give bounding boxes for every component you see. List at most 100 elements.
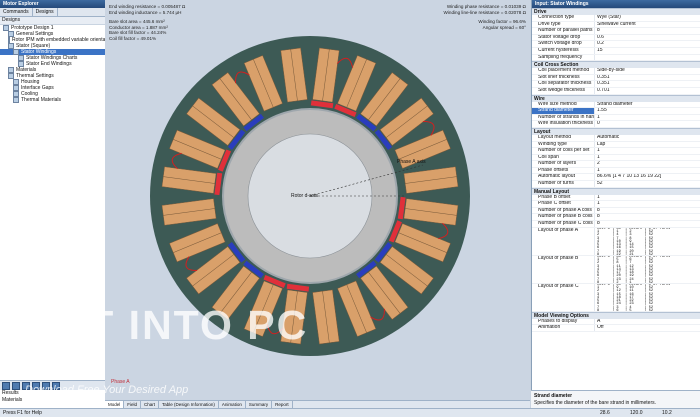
property-value[interactable]: A (594, 318, 700, 325)
property-row[interactable]: Current hysteresis 15 (532, 47, 700, 55)
property-group-header[interactable]: Coil Cross Section (532, 61, 700, 69)
tab-designs[interactable]: Designs (33, 8, 58, 16)
property-row[interactable]: Number of parallel paths 8 (532, 28, 700, 35)
tab-commands[interactable]: Commands (0, 8, 33, 16)
property-group-header[interactable]: Manual Layout (532, 187, 700, 195)
materials-item[interactable]: Materials (0, 397, 104, 404)
property-row[interactable]: Number of turns 52 (532, 181, 700, 188)
property-value[interactable] (594, 54, 700, 61)
property-value[interactable]: 15 (594, 47, 700, 54)
property-row[interactable]: Sampling frequency (532, 54, 700, 62)
property-name: Slot wedge thickness (538, 87, 585, 93)
property-group-header[interactable]: Layout (532, 127, 700, 135)
property-name: Number of coils per set (538, 148, 590, 154)
property-value[interactable]: Lap (594, 141, 700, 148)
property-row[interactable]: Layout method Automatic (532, 134, 700, 142)
property-value[interactable]: 8 (594, 221, 700, 227)
property-row[interactable]: Switch voltage drop 0.2 (532, 41, 700, 48)
layout-table[interactable]: Coil # | Go | Return | # of Turns 1 | 5 … (594, 255, 700, 283)
property-name: Number of phase A coils (538, 207, 592, 213)
property-value[interactable]: Wye (Star) (594, 15, 700, 21)
property-group-header[interactable]: Model Viewing Options (532, 311, 700, 319)
property-value[interactable]: 8 (594, 207, 700, 214)
property-row[interactable]: Number of layers 2 (532, 161, 700, 168)
property-value[interactable]: Side-by-side (594, 68, 700, 74)
property-value[interactable]: 0.701 (594, 87, 700, 94)
input-panel: Input: Stator Windings Drive Connection t… (531, 0, 700, 408)
property-row[interactable]: Number of phase B coils 8 (532, 214, 700, 222)
property-value[interactable]: Strand diameter (594, 101, 700, 108)
property-row[interactable]: Coil placement method Side-by-side (532, 68, 700, 75)
property-value[interactable]: 0.2 (594, 41, 700, 47)
property-row[interactable]: Coil span 1 (532, 154, 700, 162)
property-name: Coil span (538, 154, 559, 160)
property-row[interactable]: Slot wedge thickness 0.701 (532, 87, 700, 95)
property-row[interactable]: Automatic layout 86.6% [1 4 7 10 13 16 19… (532, 174, 700, 182)
property-row[interactable]: Phases to display A (532, 318, 700, 326)
property-row[interactable]: Strand diameter 1.55 (532, 108, 700, 115)
property-value[interactable]: 1 (594, 154, 700, 161)
property-value[interactable]: 1 (594, 194, 700, 201)
property-row[interactable]: Number of strands in hand 1 (532, 114, 700, 122)
property-row[interactable]: Drive type Sinewave current (532, 21, 700, 29)
property-name: Sampling frequency (538, 54, 583, 60)
phase-a-axis-label: Phase A axis (397, 159, 426, 165)
layout-table-row[interactable]: Layout of phase C Coil # | Go | Return | … (532, 283, 700, 312)
property-row[interactable]: Number of coils per set 1 (532, 148, 700, 155)
property-value[interactable]: 1.55 (594, 108, 700, 114)
new-icon[interactable] (2, 382, 10, 390)
property-row[interactable]: Phase B offset 1 (532, 194, 700, 202)
layout-table[interactable]: Coil # | Go | Return | # of Turns 1 | 9 … (594, 283, 700, 311)
layout-table[interactable]: Coil # | Go | Return | # of Turns 1 | 1 … (594, 227, 700, 255)
layout-table-row[interactable]: Layout of phase B Coil # | Go | Return | … (532, 255, 700, 284)
property-value[interactable]: 1 (594, 201, 700, 207)
property-value[interactable]: Off (594, 325, 700, 331)
property-name: Drive type (538, 21, 561, 27)
property-row[interactable]: Animation Off (532, 325, 700, 332)
property-value[interactable]: 52 (594, 181, 700, 187)
property-row[interactable]: Winding type Lap (532, 141, 700, 149)
property-value[interactable]: 8 (594, 28, 700, 34)
tree-item-label: Thermal Materials (21, 97, 62, 103)
property-row[interactable]: Slot liner thickness 0.351 (532, 74, 700, 82)
tree-item[interactable]: Thermal Materials (0, 97, 105, 103)
property-value[interactable]: 0.351 (594, 81, 700, 87)
description-title: Strand diameter (534, 393, 573, 399)
property-row[interactable]: Wire insulation thickness 0 (532, 121, 700, 128)
property-group-header[interactable]: Drive (532, 8, 700, 15)
layout-table-row[interactable]: Layout of phase A Coil # | Go | Return | … (532, 227, 700, 256)
property-value[interactable]: 0.6 (594, 34, 700, 41)
property-name: Current hysteresis (538, 47, 579, 53)
open-icon[interactable] (12, 382, 20, 390)
property-name: Winding type (538, 141, 567, 147)
property-name: Layout of phase C (538, 283, 579, 289)
property-value[interactable]: 1 (594, 148, 700, 154)
property-name: Phase offsets (538, 167, 569, 173)
property-value[interactable]: 0 (594, 121, 700, 127)
property-name: Wire size method (538, 101, 577, 107)
property-row[interactable]: Coil separator thickness 0.351 (532, 81, 700, 88)
property-row[interactable]: Phase offsets 1 (532, 167, 700, 175)
property-row[interactable]: Wire size method Strand diameter (532, 101, 700, 109)
design-tree: Prototype Design 1 General Settings Rotor … (0, 25, 112, 103)
property-row[interactable]: Phase C offset 1 (532, 201, 700, 208)
property-name: Stator voltage drop (538, 34, 581, 40)
property-row[interactable]: Number of phase C coils 8 (532, 221, 700, 228)
property-group-header[interactable]: Wire (532, 94, 700, 102)
property-name: Number of phase B coils (538, 214, 593, 220)
property-row[interactable]: Connection type Wye (Star) (532, 15, 700, 22)
property-value[interactable]: 8 (594, 214, 700, 221)
property-value[interactable]: Automatic (594, 134, 700, 141)
status-help-text: Press F1 for Help (3, 410, 42, 416)
input-panel-title: Input: Stator Windings (532, 0, 700, 8)
property-value[interactable]: 1 (594, 167, 700, 174)
property-value[interactable]: Sinewave current (594, 21, 700, 28)
property-value[interactable]: 2 (594, 161, 700, 167)
property-value[interactable]: 86.6% [1 4 7 10 13 16 19 22] (594, 174, 700, 181)
property-value[interactable]: 0.351 (594, 74, 700, 81)
designs-section-header[interactable]: Designs (0, 17, 105, 25)
property-value[interactable]: 1 (594, 114, 700, 121)
property-row[interactable]: Stator voltage drop 0.6 (532, 34, 700, 42)
layout-table-text: Coil # | Go | Return | # of Turns 1 | 5 … (597, 255, 671, 283)
property-row[interactable]: Number of phase A coils 8 (532, 207, 700, 215)
